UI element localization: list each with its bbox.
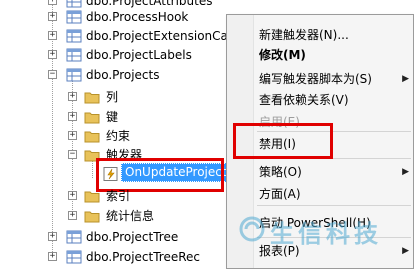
tree-node-label: 约束 [106, 129, 131, 143]
folder-icon [84, 92, 100, 104]
watermark-logo-icon [239, 216, 265, 242]
table-icon [66, 230, 82, 244]
table-icon [66, 29, 82, 43]
menu-item-script-trigger-as[interactable]: 编写触发器脚本为(S) ▶ [259, 70, 409, 88]
expand-icon[interactable]: + [68, 92, 77, 101]
tree-node-label: 索引 [106, 189, 131, 203]
tree-node-indexes[interactable]: + 索引 [0, 187, 230, 205]
tree-node-projects[interactable]: − dbo.Projects [0, 66, 230, 84]
expand-icon[interactable]: + [68, 211, 77, 220]
menu-item-view-dependencies[interactable]: 查看依赖关系(V) [259, 91, 409, 109]
menu-item-new-trigger[interactable]: 新建触发器(N)... [259, 26, 409, 44]
tree-node-columns[interactable]: + 列 [0, 88, 230, 106]
watermark-text: 生信科技 [270, 220, 382, 248]
menu-item-facets[interactable]: 方面(A) [259, 185, 409, 203]
submenu-arrow-icon: ▶ [402, 246, 409, 256]
menu-separator [257, 205, 411, 206]
folder-icon [84, 191, 100, 203]
menu-item-policies[interactable]: 策略(O) ▶ [259, 163, 409, 181]
folder-icon [84, 131, 100, 143]
table-icon [66, 48, 82, 62]
tree-node-statistics[interactable]: + 统计信息 [0, 207, 230, 225]
menu-item-label: 策略(O) [259, 165, 302, 179]
tree-node-label: 列 [106, 90, 119, 104]
tree-node-label: dbo.Projects [86, 68, 160, 82]
tree-node-label: dbo.ProcessHook [86, 10, 189, 24]
expand-icon[interactable]: + [48, 50, 57, 59]
tree-node-label: dbo.ProjectExtensionCa [86, 29, 228, 43]
expand-icon[interactable]: + [48, 31, 57, 40]
table-icon [66, 10, 82, 24]
menu-item-label: 方面(A) [259, 187, 301, 201]
folder-icon [84, 211, 100, 223]
tree-node-constraints[interactable]: + 约束 [0, 127, 230, 145]
expand-icon[interactable]: + [48, 12, 57, 21]
expand-icon[interactable]: + [48, 252, 57, 261]
expand-icon[interactable]: + [68, 112, 77, 121]
folder-icon [84, 112, 100, 124]
tree-node-keys[interactable]: + 键 [0, 108, 230, 126]
table-icon [66, 68, 82, 82]
tree-node-project-labels[interactable]: + dbo.ProjectLabels [0, 46, 230, 64]
table-icon [66, 0, 82, 8]
expand-icon[interactable]: + [68, 191, 77, 200]
tree-node-process-hook[interactable]: + dbo.ProcessHook [0, 8, 230, 26]
tree-node-project-extension[interactable]: + dbo.ProjectExtensionCa [0, 27, 230, 45]
submenu-arrow-icon: ▶ [402, 167, 409, 177]
menu-item-label: 编写触发器脚本为(S) [259, 72, 372, 86]
tree-node-project-tree[interactable]: + dbo.ProjectTree [0, 228, 230, 246]
collapse-icon[interactable]: − [48, 70, 57, 79]
expand-icon[interactable]: + [48, 0, 57, 5]
collapse-icon[interactable]: − [68, 150, 77, 159]
menu-item-label: 修改(M) [259, 48, 306, 62]
tree-node-label: dbo.ProjectLabels [86, 48, 192, 62]
expand-icon[interactable]: + [68, 131, 77, 140]
menu-item-label: 查看依赖关系(V) [259, 93, 349, 107]
menu-item-modify[interactable]: 修改(M) [259, 46, 409, 64]
tree-node-label: dbo.ProjectTree [86, 230, 179, 244]
expand-icon[interactable]: + [48, 232, 57, 241]
menu-item-label: 新建触发器(N)... [259, 28, 349, 42]
tree-node-label: 键 [106, 110, 119, 124]
submenu-arrow-icon: ▶ [402, 74, 409, 84]
tree-node-project-tree-rec[interactable]: + dbo.ProjectTreeRec [0, 248, 230, 266]
tree-node-label: dbo.ProjectTreeRec [86, 250, 201, 264]
tree-node-label: 统计信息 [106, 209, 155, 223]
highlight-box-disable-item [233, 123, 333, 159]
table-icon [66, 250, 82, 264]
